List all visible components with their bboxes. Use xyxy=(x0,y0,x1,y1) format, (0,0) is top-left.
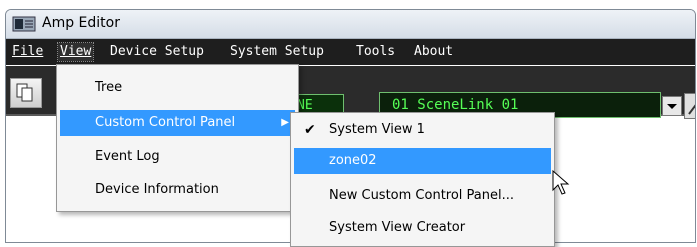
submenu-item-new-custom-control-panel[interactable]: New Custom Control Panel... xyxy=(294,183,551,209)
menu-item-event-log-label: Event Log xyxy=(95,149,160,164)
submenu-item-system-view-creator-label: System View Creator xyxy=(329,220,466,235)
scene-dropdown-button[interactable] xyxy=(662,96,682,116)
menu-file[interactable]: File xyxy=(10,43,45,61)
submenu-item-system-view-1[interactable]: ✔ System View 1 xyxy=(294,117,551,143)
mouse-pointer-icon xyxy=(552,170,570,195)
menu-device-setup[interactable]: Device Setup xyxy=(108,43,206,61)
copy-button[interactable] xyxy=(10,78,42,108)
window-title: Amp Editor xyxy=(42,15,120,31)
copy-icon xyxy=(16,83,33,102)
custom-control-panel-submenu: ✔ System View 1 zone02 New Custom Contro… xyxy=(290,112,555,247)
submenu-item-system-view-1-label: System View 1 xyxy=(329,122,425,137)
menu-item-custom-control-panel-label: Custom Control Panel xyxy=(95,115,236,130)
menu-item-tree-label: Tree xyxy=(95,80,123,95)
link-tool-button[interactable] xyxy=(684,93,695,119)
check-icon: ✔ xyxy=(304,122,316,138)
link-tool-icon xyxy=(688,104,695,115)
menu-item-event-log[interactable]: Event Log xyxy=(60,144,295,170)
submenu-item-zone02-label: zone02 xyxy=(329,153,377,168)
chevron-down-icon xyxy=(667,104,677,109)
view-menu: Tree Custom Control Panel ▶ Event Log De… xyxy=(56,64,299,212)
chevron-right-icon: ▶ xyxy=(281,117,289,128)
title-bar: Amp Editor xyxy=(6,10,695,39)
menu-item-device-information-label: Device Information xyxy=(95,182,219,197)
menu-view-label: View xyxy=(60,44,92,59)
amp-editor-icon xyxy=(12,16,36,32)
menu-item-tree[interactable]: Tree xyxy=(60,75,295,101)
submenu-item-zone02[interactable]: zone02 xyxy=(294,148,551,174)
menu-item-custom-control-panel[interactable]: Custom Control Panel ▶ xyxy=(60,110,295,136)
menu-view[interactable]: View xyxy=(56,42,95,62)
menu-bar: File View Device Setup System Setup Tool… xyxy=(6,39,695,65)
scene-status-text: NE xyxy=(297,98,313,113)
menu-system-setup[interactable]: System Setup xyxy=(228,43,326,61)
menu-about[interactable]: About xyxy=(412,43,455,61)
menu-item-device-information[interactable]: Device Information xyxy=(60,177,295,203)
submenu-item-new-custom-control-panel-label: New Custom Control Panel... xyxy=(329,188,515,203)
menu-tools[interactable]: Tools xyxy=(354,43,397,61)
menu-file-label: File xyxy=(12,44,44,59)
submenu-item-system-view-creator[interactable]: System View Creator xyxy=(294,215,551,241)
